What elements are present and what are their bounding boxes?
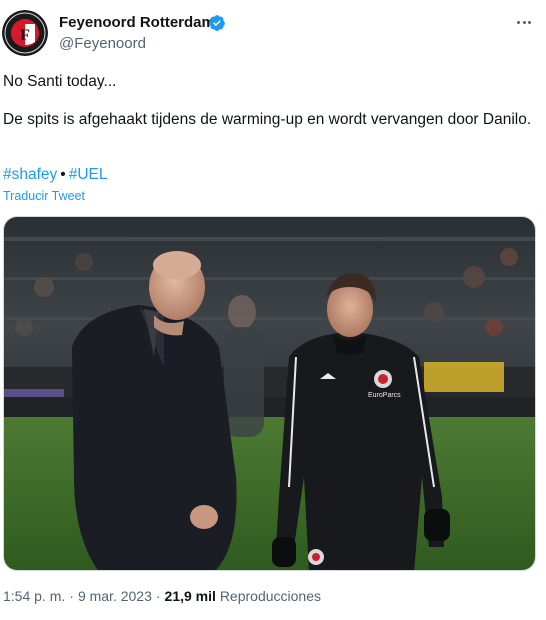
tweet-text-line-2: De spits is afgehaakt tijdens de warming… <box>3 111 532 128</box>
hashtags: #shafey • #UEL <box>3 166 108 184</box>
meta-separator: · <box>155 588 161 604</box>
hashtag-separator: • <box>60 166 66 183</box>
tweet-card: F Feyenoord Rotterdam @Feyenoord No Sant… <box>0 0 546 620</box>
views-label: Reproducciones <box>219 588 321 604</box>
more-options-icon[interactable] <box>514 12 534 32</box>
avatar-letter: F <box>20 27 30 44</box>
tweet-photo-image: EuroParcs <box>4 217 535 570</box>
hashtag-shafey[interactable]: #shafey <box>3 166 57 183</box>
author-name[interactable]: Feyenoord Rotterdam <box>59 14 215 31</box>
feyenoord-crest-icon: F <box>2 10 48 56</box>
meta-separator: · <box>69 588 74 604</box>
hashtag-uel[interactable]: #UEL <box>69 166 108 183</box>
verified-badge-icon <box>209 15 225 31</box>
shirt-sponsor: EuroParcs <box>368 392 401 399</box>
avatar[interactable]: F <box>2 10 48 56</box>
tweet-photo[interactable]: EuroParcs <box>3 216 536 571</box>
views-count: 21,9 mil <box>164 588 216 604</box>
tweet-date[interactable]: 9 mar. 2023 <box>78 588 152 604</box>
author-handle[interactable]: @Feyenoord <box>59 35 146 52</box>
tweet-text-line-1: No Santi today... <box>3 73 117 90</box>
tweet-time[interactable]: 1:54 p. m. <box>3 588 65 604</box>
translate-tweet-link[interactable]: Traducir Tweet <box>3 189 85 203</box>
tweet-meta: 1:54 p. m. · 9 mar. 2023 · 21,9 mil Reproduc… <box>3 588 321 604</box>
